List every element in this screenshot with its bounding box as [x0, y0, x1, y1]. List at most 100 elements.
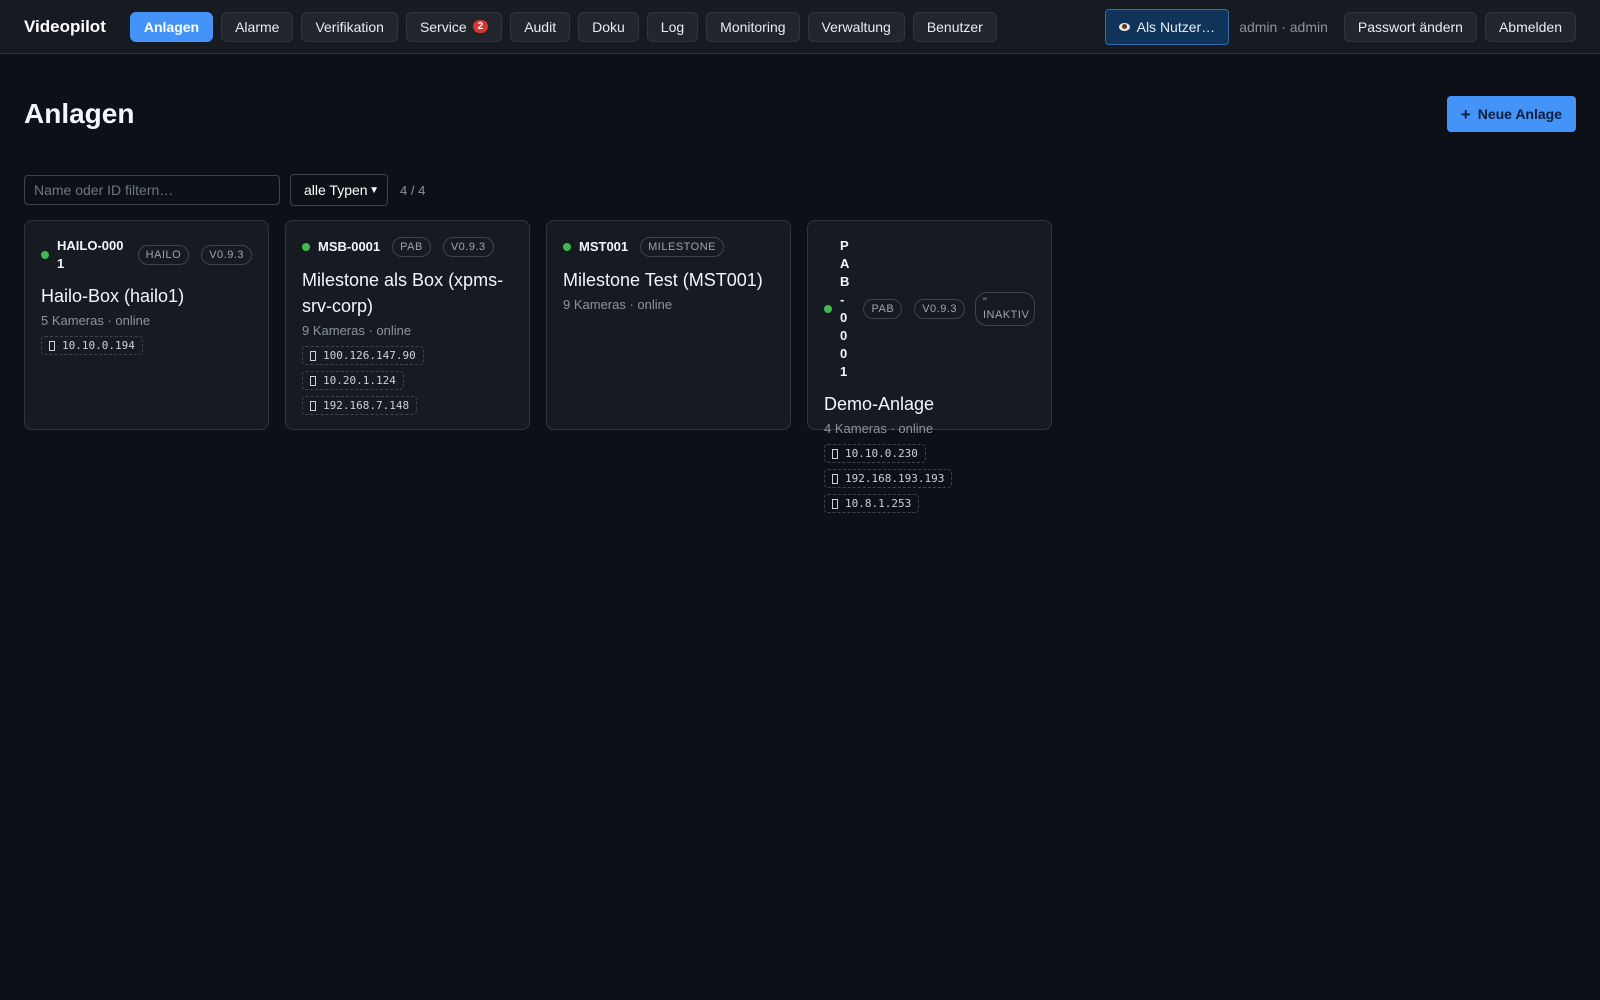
version-tag: V0.9.3: [442, 237, 494, 257]
search-input[interactable]: [24, 175, 280, 205]
main-content: Anlagen + Neue Anlage alle Typen ▼ 4 / 4…: [0, 54, 1600, 513]
change-password-button[interactable]: Passwort ändern: [1343, 11, 1477, 42]
card-header: MST001 MILESTONE: [563, 237, 774, 257]
type-tag: PAB: [863, 299, 903, 319]
card-title: Hailo-Box (hailo1): [41, 286, 185, 306]
anlage-card[interactable]: HAILO-0001 HAILO V0.9.3 Hailo-Box (hailo…: [24, 220, 269, 430]
nav-monitoring-label: Monitoring: [720, 18, 786, 35]
card-meta: 9 Kameras · online: [302, 323, 412, 338]
type-tag: PAB: [392, 237, 431, 257]
type-tag: HAILO: [137, 245, 190, 265]
nav-log-label: Log: [660, 18, 685, 35]
nav-alarme[interactable]: Alarme: [221, 11, 294, 42]
card-meta: 5 Kameras · online: [41, 313, 151, 328]
card-id: MSB-0001: [318, 239, 381, 254]
card-title: Milestone Test (MST001): [563, 270, 763, 290]
nav-anlagen[interactable]: Anlagen: [129, 11, 214, 42]
new-anlage-label: Neue Anlage: [1477, 106, 1562, 122]
ip-list: 100.126.147.90 10.20.1.124 192.168.7.148: [302, 346, 513, 415]
nav-verwaltung[interactable]: Verwaltung: [807, 11, 905, 42]
nav-service-label: Service: [419, 18, 467, 35]
ip-address: 100.126.147.90: [323, 349, 416, 362]
ip-chip[interactable]: 10.10.0.230: [824, 444, 926, 463]
brand-logo[interactable]: Videopilot: [24, 17, 106, 37]
version-tag: V0.9.3: [201, 245, 252, 265]
anlagen-grid: HAILO-0001 HAILO V0.9.3 Hailo-Box (hailo…: [24, 220, 1576, 513]
device-icon: [832, 473, 838, 484]
ip-address: 192.168.7.148: [323, 399, 410, 412]
nav-anlagen-label: Anlagen: [143, 18, 200, 35]
device-icon: [310, 375, 316, 386]
current-user-label: admin · admin: [1239, 18, 1328, 35]
ip-chip[interactable]: 10.20.1.124: [302, 371, 404, 390]
device-icon: [310, 350, 316, 361]
nav-service[interactable]: Service 2: [405, 11, 503, 42]
version-tag: V0.9.3: [914, 299, 965, 319]
ip-chip[interactable]: 192.168.193.193: [824, 469, 953, 488]
filter-row: alle Typen ▼ 4 / 4: [24, 174, 1576, 206]
ip-address: 10.10.0.194: [62, 339, 135, 352]
plus-icon: +: [1460, 104, 1471, 124]
page-header: Anlagen + Neue Anlage: [24, 54, 1576, 174]
nav-doku-label: Doku: [592, 18, 625, 35]
type-tag: MILESTONE: [640, 237, 725, 257]
card-id: MST001: [579, 239, 629, 254]
device-icon: [49, 340, 55, 351]
card-id: PAB-0001: [840, 238, 850, 379]
type-select[interactable]: alle Typen ▼: [290, 174, 388, 206]
card-header: MSB-0001 PAB V0.9.3: [302, 237, 513, 257]
ip-chip[interactable]: 10.10.0.194: [41, 336, 143, 355]
service-count-badge: 2: [472, 20, 489, 33]
nav-verifikation[interactable]: Verifikation: [301, 11, 398, 42]
card-header: HAILO-0001 HAILO V0.9.3: [41, 237, 252, 273]
nav-verwaltung-label: Verwaltung: [821, 18, 891, 35]
ip-chip[interactable]: 192.168.7.148: [302, 396, 418, 415]
user-area: Als Nutzer… admin · admin Passwort änder…: [1104, 8, 1576, 45]
ip-chip[interactable]: 100.126.147.90: [302, 346, 424, 365]
top-bar: Videopilot Anlagen Alarme Verifikation S…: [0, 0, 1600, 54]
ip-list: 10.10.0.230 192.168.193.193 10.8.1.253: [824, 444, 1035, 513]
impersonate-label: Als Nutzer…: [1136, 18, 1216, 35]
nav-benutzer-label: Benutzer: [926, 18, 983, 35]
anlage-card[interactable]: MSB-0001 PAB V0.9.3 Milestone als Box (x…: [285, 220, 530, 430]
inactive-status-tag: " INAKTIV: [975, 292, 1035, 326]
result-count: 4 / 4: [400, 182, 426, 198]
nav-monitoring[interactable]: Monitoring: [706, 11, 800, 42]
chevron-down-icon: ▼: [369, 184, 379, 196]
logout-button[interactable]: Abmelden: [1484, 11, 1576, 42]
card-header: PAB-0001 PAB V0.9.3 " INAKTIV: [824, 237, 1035, 381]
nav-verifikation-label: Verifikation: [315, 18, 384, 35]
device-icon: [310, 400, 316, 411]
page-title: Anlagen: [24, 98, 135, 129]
card-title: Milestone als Box (xpms-srv-corp): [302, 270, 504, 316]
anlage-card[interactable]: MST001 MILESTONE Milestone Test (MST001)…: [546, 220, 791, 430]
ip-address: 192.168.193.193: [845, 472, 945, 485]
anlage-card[interactable]: PAB-0001 PAB V0.9.3 " INAKTIV Demo-Anlag…: [807, 220, 1052, 513]
online-status-dot: [824, 305, 832, 313]
card-meta: 4 Kameras · online: [824, 421, 934, 436]
ip-chip[interactable]: 10.8.1.253: [824, 494, 920, 513]
impersonate-button[interactable]: Als Nutzer…: [1104, 8, 1230, 45]
logout-label: Abmelden: [1498, 18, 1562, 35]
device-icon: [832, 448, 838, 459]
ip-address: 10.10.0.230: [845, 447, 918, 460]
online-status-dot: [302, 243, 310, 251]
device-icon: [832, 498, 838, 509]
online-status-dot: [41, 251, 49, 259]
nav-log[interactable]: Log: [646, 11, 699, 42]
card-meta: 9 Kameras · online: [563, 297, 673, 312]
nav-audit-label: Audit: [524, 18, 557, 35]
new-anlage-button[interactable]: + Neue Anlage: [1446, 96, 1576, 132]
online-status-dot: [563, 243, 571, 251]
nav-doku[interactable]: Doku: [578, 11, 639, 42]
nav-benutzer[interactable]: Benutzer: [912, 11, 997, 42]
nav-alarme-label: Alarme: [235, 18, 280, 35]
card-title: Demo-Anlage: [824, 394, 935, 414]
ip-address: 10.8.1.253: [845, 497, 912, 510]
nav-audit[interactable]: Audit: [510, 11, 571, 42]
eye-icon: [1118, 22, 1130, 31]
change-password-label: Passwort ändern: [1357, 18, 1463, 35]
main-nav: Anlagen Alarme Verifikation Service 2 Aud…: [129, 11, 997, 42]
ip-address: 10.20.1.124: [323, 374, 396, 387]
ip-list: 10.10.0.194: [41, 336, 252, 355]
